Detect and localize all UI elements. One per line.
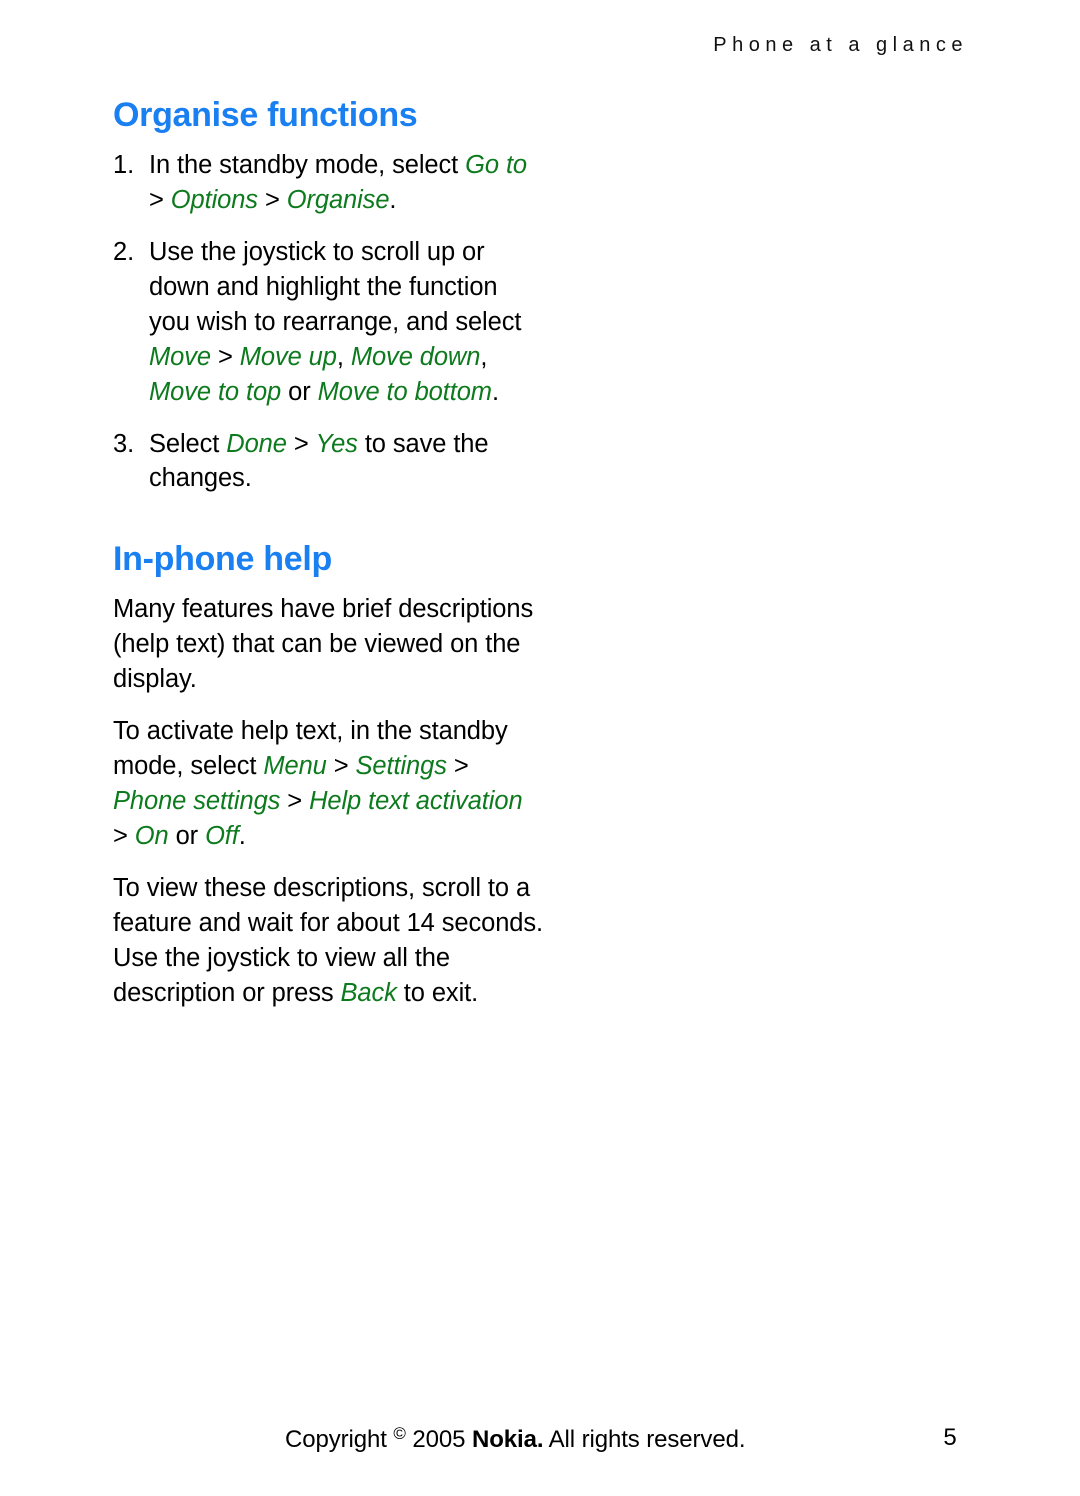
copyright-prefix: Copyright [285, 1426, 394, 1453]
step-text: In the standby mode, select Go to > Opti… [149, 151, 527, 214]
running-header: Phone at a glance [713, 34, 968, 56]
body-text-run: . [238, 821, 246, 850]
menu-term: Help text activation [309, 787, 523, 816]
step-item: 2. Use the joystick to scroll up or down … [113, 235, 543, 410]
menu-term: Menu [263, 752, 327, 781]
step-number: 3. [113, 429, 135, 458]
menu-term: Yes [315, 429, 358, 458]
body-text-run: Select [149, 429, 227, 458]
step-text: Select Done > Yes to save the changes. [149, 429, 489, 493]
menu-separator: > [257, 186, 287, 214]
menu-term: Move down [350, 342, 481, 371]
step-text: Use the joystick to scroll up or down an… [149, 238, 521, 406]
step-number: 2. [113, 237, 135, 266]
menu-term: Phone settings [113, 787, 281, 816]
body-text-run: Use the joystick to scroll up or down an… [149, 237, 522, 336]
section-title-organise-functions: Organise functions [113, 96, 418, 134]
menu-term: Organise [286, 186, 390, 214]
body-text-run: . [491, 377, 499, 406]
menu-term: Options [170, 186, 258, 214]
brand-name: Nokia. [471, 1426, 544, 1453]
menu-separator: > [446, 752, 469, 781]
page-footer: Copyright © 2005 Nokia. All rights reser… [0, 1424, 1080, 1464]
menu-term: Move up [239, 342, 337, 371]
menu-separator: > [113, 821, 135, 850]
menu-term: Settings [355, 752, 447, 781]
menu-separator: > [286, 429, 316, 458]
copyright-suffix: All rights reserved. [543, 1426, 746, 1453]
menu-separator: > [280, 787, 310, 816]
step-item: 3. Select Done > Yes to save the changes. [113, 427, 543, 497]
body-text-run: . [389, 186, 397, 214]
menu-term: Move [149, 342, 211, 371]
body-text-run: Many features have brief descriptions (h… [113, 595, 534, 694]
menu-separator: or [168, 821, 206, 850]
paragraph: Many features have brief descriptions (h… [113, 592, 543, 697]
organise-functions-steps: 1. In the standby mode, select Go to > Op… [113, 148, 543, 496]
copyright-notice: Copyright © 2005 Nokia. All rights reser… [285, 1424, 745, 1454]
paragraph: To activate help text, in the standby mo… [113, 714, 543, 854]
step-item: 1. In the standby mode, select Go to > Op… [113, 148, 543, 218]
page-content: Organise functions 1. In the standby mode… [113, 96, 543, 1011]
menu-term: On [134, 821, 169, 850]
menu-separator: , [336, 342, 351, 371]
copyright-year: 2005 [405, 1426, 472, 1453]
menu-term: Go to [465, 151, 528, 180]
menu-term: Back [340, 978, 397, 1007]
menu-separator: > [210, 342, 240, 371]
in-phone-help-body: Many features have brief descriptions (h… [113, 592, 543, 1010]
menu-term: Move to bottom [317, 377, 492, 406]
body-text-run: to exit. [396, 978, 479, 1007]
menu-separator: > [326, 752, 356, 781]
menu-term: Off [205, 821, 239, 850]
menu-separator: > [149, 186, 171, 214]
body-text-run: To view these descriptions, scroll to a … [113, 873, 543, 1007]
body-text-run: In the standby mode, select [149, 151, 466, 180]
section-title-in-phone-help: In-phone help [113, 540, 332, 579]
menu-term: Move to top [149, 377, 282, 406]
step-number: 1. [113, 151, 135, 180]
menu-term: Done [226, 429, 287, 458]
copyright-symbol: © [393, 1424, 406, 1443]
paragraph: To view these descriptions, scroll to a … [113, 871, 543, 1011]
menu-separator: , [480, 342, 488, 371]
page-number: 5 [943, 1424, 957, 1451]
menu-separator: or [281, 377, 318, 406]
